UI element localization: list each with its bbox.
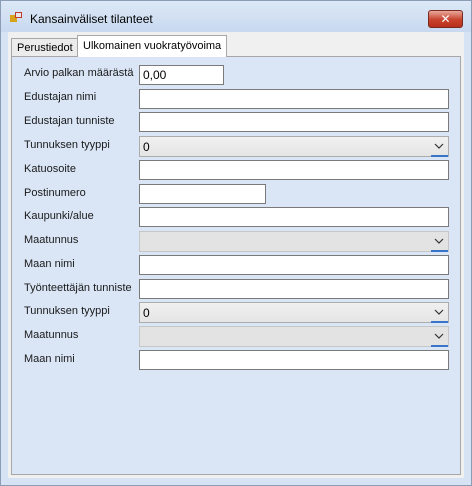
app-icon bbox=[10, 12, 22, 22]
close-button[interactable]: ✕ bbox=[428, 10, 463, 28]
tyonteettajan-tunniste-input[interactable] bbox=[139, 279, 449, 299]
field-label-kaupunki-alue: Kaupunki/alue bbox=[24, 210, 94, 222]
field-label-tunnuksen-tyyppi: Tunnuksen tyyppi bbox=[24, 139, 110, 151]
combo-accent bbox=[431, 155, 448, 157]
chevron-down-icon bbox=[434, 333, 444, 339]
field-label-maan-nimi-2: Maan nimi bbox=[24, 353, 75, 365]
chevron-down-icon bbox=[434, 238, 444, 244]
field-label-postinumero: Postinumero bbox=[24, 187, 86, 199]
combo-accent bbox=[431, 321, 448, 323]
kaupunki-alue-input[interactable] bbox=[139, 207, 449, 227]
tab-label: Perustiedot bbox=[17, 42, 73, 54]
arvio-palkan-input[interactable]: 0,00 bbox=[139, 65, 224, 85]
combo-accent bbox=[431, 345, 448, 347]
tunnuksen-tyyppi-select[interactable]: 0 bbox=[139, 136, 449, 157]
field-label-tunnuksen-tyyppi-2: Tunnuksen tyyppi bbox=[24, 305, 110, 317]
postinumero-input[interactable] bbox=[139, 184, 266, 204]
select-value: 0 bbox=[143, 306, 150, 320]
tab-perustiedot[interactable]: Perustiedot bbox=[11, 38, 79, 56]
tab-label: Ulkomainen vuokratyövoima bbox=[83, 40, 222, 52]
tunnuksen-tyyppi-select-2[interactable]: 0 bbox=[139, 302, 449, 323]
tab-panel: Arvio palkan määrästä 0,00 Edustajan nim… bbox=[11, 56, 461, 475]
field-label-edustajan-tunniste: Edustajan tunniste bbox=[24, 115, 115, 127]
client-area: Perustiedot Ulkomainen vuokratyövoima Ar… bbox=[8, 32, 464, 478]
chevron-down-icon bbox=[434, 143, 444, 149]
close-icon: ✕ bbox=[440, 12, 451, 26]
select-value: 0 bbox=[143, 140, 150, 154]
window-title: Kansainväliset tilanteet bbox=[30, 12, 153, 26]
field-label-edustajan-nimi: Edustajan nimi bbox=[24, 91, 97, 103]
chevron-down-icon bbox=[434, 309, 444, 315]
field-label-maatunnus: Maatunnus bbox=[24, 234, 79, 246]
field-label-tyonteettajan-tunniste: Työnteettäjän tunniste bbox=[24, 282, 132, 294]
katuosoite-input[interactable] bbox=[139, 160, 449, 180]
edustajan-tunniste-input[interactable] bbox=[139, 112, 449, 132]
maan-nimi-input-2[interactable] bbox=[139, 350, 449, 370]
maan-nimi-input[interactable] bbox=[139, 255, 449, 275]
combo-accent bbox=[431, 250, 448, 252]
maatunnus-select[interactable] bbox=[139, 231, 449, 252]
field-label-maatunnus-2: Maatunnus bbox=[24, 329, 79, 341]
field-label-arvio-palkan: Arvio palkan määrästä bbox=[24, 67, 134, 79]
tab-ulkomainen-vuokratyovoima[interactable]: Ulkomainen vuokratyövoima bbox=[77, 35, 228, 57]
maatunnus-select-2[interactable] bbox=[139, 326, 449, 347]
title-bar[interactable]: Kansainväliset tilanteet ✕ bbox=[1, 1, 471, 32]
edustajan-nimi-input[interactable] bbox=[139, 89, 449, 109]
field-label-maan-nimi: Maan nimi bbox=[24, 258, 75, 270]
dialog-window: Kansainväliset tilanteet ✕ Perustiedot U… bbox=[0, 0, 472, 486]
field-label-katuosoite: Katuosoite bbox=[24, 163, 76, 175]
